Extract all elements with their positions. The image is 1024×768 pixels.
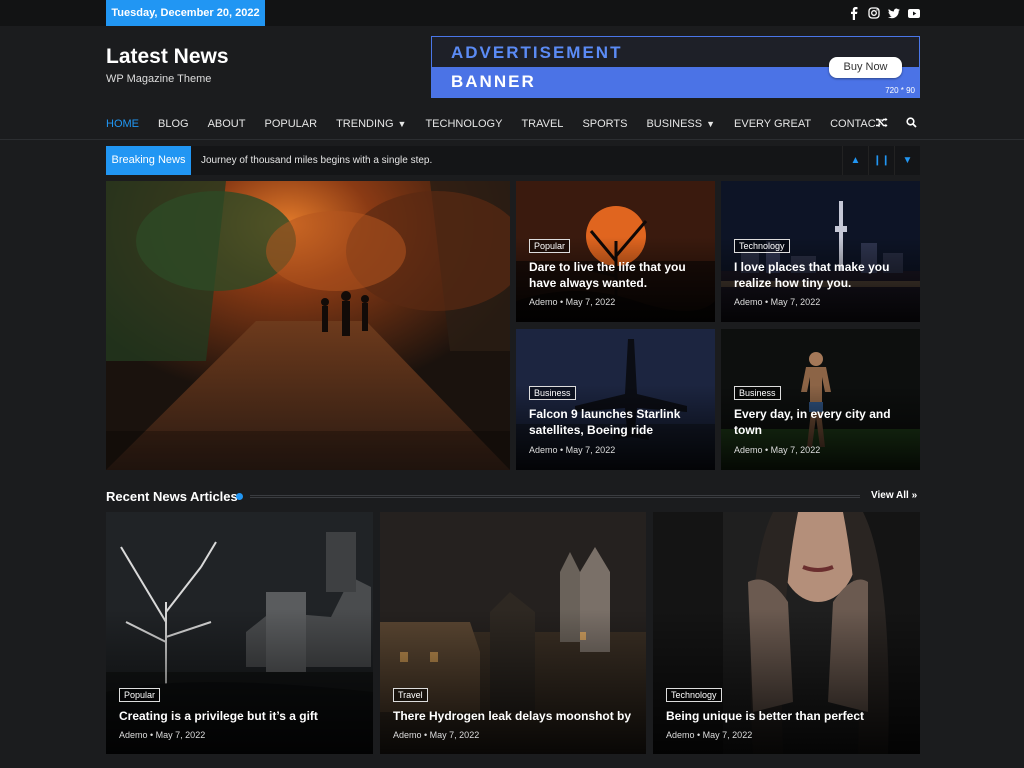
post-meta: Ademo • May 7, 2022: [734, 297, 821, 307]
hero-card-business-athlete[interactable]: Business Every day, in every city and to…: [721, 329, 920, 470]
section-title: Recent News Articles: [106, 489, 238, 504]
twitter-icon[interactable]: [888, 6, 900, 20]
nav-label: TECHNOLOGY: [425, 118, 503, 130]
nav-item-business[interactable]: BUSINESS ▼: [646, 112, 715, 136]
category-tag[interactable]: Technology: [666, 688, 722, 702]
hero-card-technology[interactable]: Technology I love places that make you r…: [721, 181, 920, 322]
title-line: satellites, Boeing ride: [529, 423, 654, 437]
nav-label: SPORTS: [582, 118, 628, 130]
nav-item-technology[interactable]: TECHNOLOGY: [425, 112, 502, 136]
view-all-link[interactable]: View All »: [871, 490, 917, 501]
advertisement-banner[interactable]: ADVERTISEMENT BANNER Buy Now 720 * 90: [431, 36, 920, 98]
section-dot: [236, 493, 243, 500]
post-meta: Ademo • May 7, 2022: [529, 445, 616, 455]
nav-label: POPULAR: [264, 118, 318, 130]
post-title[interactable]: Every day, in every city and town: [734, 406, 914, 438]
top-bar: Tuesday, December 20, 2022: [0, 0, 1024, 26]
title-line: Dare to live the life that you: [529, 260, 686, 274]
post-title[interactable]: Creating is a privilege but it’s a gift: [119, 708, 369, 724]
category-tag[interactable]: Travel: [393, 688, 428, 702]
instagram-icon[interactable]: [868, 6, 880, 20]
recent-card[interactable]: Travel There Hydrogen leak delays moonsh…: [380, 512, 646, 754]
recent-card[interactable]: Technology Being unique is better than p…: [653, 512, 920, 754]
category-tag[interactable]: Popular: [119, 688, 161, 702]
category-tag[interactable]: Business: [734, 386, 781, 400]
nav-divider: [0, 139, 1024, 140]
site-title[interactable]: Latest News: [106, 45, 229, 69]
date-badge: Tuesday, December 20, 2022: [106, 0, 265, 26]
title-line: town: [734, 423, 762, 437]
youtube-icon[interactable]: [908, 6, 920, 20]
nav-label: BLOG: [158, 118, 189, 130]
chevron-up-icon[interactable]: ▲: [842, 146, 868, 175]
social-links: [848, 6, 920, 20]
ticker-controls: ▲ ❙❙ ▼: [842, 146, 920, 175]
chevron-down-icon: ▼: [397, 119, 407, 129]
title-line: have always wanted.: [529, 276, 648, 290]
ad-bottom-band: BANNER Buy Now 720 * 90: [432, 57, 919, 97]
post-meta: Ademo • May 7, 2022: [734, 445, 821, 455]
title-line: Every day, in every city and: [734, 407, 891, 421]
recent-card[interactable]: Popular Creating is a privilege but it’s…: [106, 512, 373, 754]
category-tag[interactable]: Technology: [734, 239, 790, 253]
nav-label: TRAVEL: [521, 118, 564, 130]
search-icon[interactable]: [906, 117, 917, 131]
post-meta: Ademo • May 7, 2022: [666, 730, 753, 740]
shuffle-icon[interactable]: [876, 117, 888, 131]
nav-label: ABOUT: [207, 118, 246, 130]
post-meta: Ademo • May 7, 2022: [119, 730, 206, 740]
double-chevron-right-icon: »: [911, 490, 918, 501]
hero-card-popular[interactable]: Popular Dare to live the life that you h…: [516, 181, 715, 322]
post-meta: Ademo • May 7, 2022: [529, 297, 616, 307]
chevron-down-icon: ▼: [706, 119, 716, 129]
hero-card-business-airplane[interactable]: Business Falcon 9 launches Starlink sate…: [516, 329, 715, 470]
ad-title-line1: ADVERTISEMENT: [451, 43, 623, 62]
hero-feature-card[interactable]: [106, 181, 510, 470]
title-line: I love places that make you: [734, 260, 890, 274]
breaking-news-text[interactable]: Journey of thousand miles begins with a …: [201, 146, 432, 175]
ad-size-label: 720 * 90: [885, 86, 915, 95]
nav-item-contact[interactable]: CONTACT: [830, 112, 882, 136]
section-divider: [250, 495, 860, 498]
nav-item-trending[interactable]: TRENDING ▼: [336, 112, 406, 136]
nav-item-popular[interactable]: POPULAR: [264, 112, 317, 136]
post-meta: Ademo • May 7, 2022: [393, 730, 480, 740]
post-title[interactable]: Being unique is better than perfect: [666, 708, 916, 724]
nav-item-about[interactable]: ABOUT: [208, 112, 246, 136]
nav-item-blog[interactable]: BLOG: [158, 112, 189, 136]
nav-item-sports[interactable]: SPORTS: [582, 112, 627, 136]
nav-item-home[interactable]: HOME: [106, 112, 139, 136]
nav-label: BUSINESS: [646, 118, 703, 130]
post-title[interactable]: Dare to live the life that you have alwa…: [529, 259, 709, 291]
nav-label: CONTACT: [830, 118, 883, 130]
autumn-street-image: [106, 181, 510, 470]
view-all-label: View All: [871, 490, 909, 501]
category-tag[interactable]: Business: [529, 386, 576, 400]
nav-item-travel[interactable]: TRAVEL: [521, 112, 563, 136]
breaking-news-label: Breaking News: [106, 146, 191, 175]
post-title[interactable]: Falcon 9 launches Starlink satellites, B…: [529, 406, 709, 438]
nav-label: HOME: [106, 118, 139, 130]
ad-buy-now-button[interactable]: Buy Now: [829, 57, 902, 78]
site-tagline: WP Magazine Theme: [106, 73, 212, 85]
nav-item-every-great[interactable]: EVERY GREAT: [734, 112, 811, 136]
nav-label: EVERY GREAT: [734, 118, 812, 130]
title-line: Falcon 9 launches Starlink: [529, 407, 681, 421]
nav-tools: [876, 117, 917, 131]
main-nav: HOME BLOG ABOUT POPULAR TRENDING ▼ TECHNO…: [106, 112, 901, 136]
post-title[interactable]: There Hydrogen leak delays moonshot by: [393, 708, 643, 724]
pause-icon[interactable]: ❙❙: [868, 146, 894, 175]
chevron-down-icon[interactable]: ▼: [894, 146, 920, 175]
breaking-news-ticker: Breaking News Journey of thousand miles …: [106, 146, 920, 175]
post-title[interactable]: I love places that make you realize how …: [734, 259, 914, 291]
category-tag[interactable]: Popular: [529, 239, 571, 253]
ad-title-line2: BANNER: [451, 72, 536, 91]
title-line: realize how tiny you.: [734, 276, 852, 290]
facebook-icon[interactable]: [848, 6, 860, 20]
nav-label: TRENDING: [336, 118, 394, 130]
